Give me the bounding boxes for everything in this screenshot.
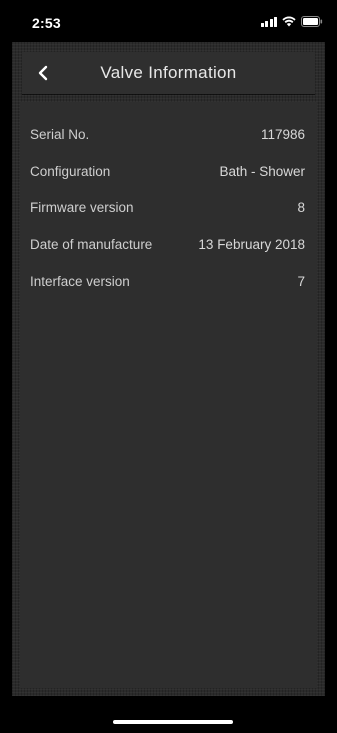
- info-row-serial-number: Serial No. 117986: [20, 116, 317, 153]
- wifi-icon: [282, 16, 296, 27]
- battery-icon: [301, 16, 323, 27]
- info-label: Interface version: [30, 273, 130, 289]
- back-button[interactable]: [28, 58, 58, 88]
- chevron-left-icon: [38, 65, 48, 81]
- info-value: 8: [297, 200, 305, 216]
- app-panel: Valve Information Serial No. 117986 Conf…: [12, 42, 325, 696]
- status-bar: 2:53: [0, 0, 337, 40]
- page-title: Valve Information: [100, 63, 237, 82]
- info-row-interface-version: Interface version 7: [20, 263, 317, 300]
- header-bar: Valve Information: [22, 52, 315, 94]
- info-row-date-of-manufacture: Date of manufacture 13 February 2018: [20, 226, 317, 263]
- phone-screen: 2:53 Valve Information Serial No. 117986…: [0, 0, 337, 733]
- info-value: 13 February 2018: [198, 237, 305, 253]
- status-icons: [260, 16, 324, 27]
- info-value: 117986: [260, 126, 305, 142]
- info-label: Firmware version: [30, 200, 134, 216]
- info-value: Bath - Shower: [219, 163, 305, 179]
- info-label: Configuration: [30, 163, 111, 179]
- info-list: Serial No. 117986 Configuration Bath - S…: [20, 116, 317, 300]
- info-label: Date of manufacture: [30, 237, 153, 253]
- info-row-firmware-version: Firmware version 8: [20, 190, 317, 227]
- cellular-signal-icon: [260, 16, 277, 27]
- home-indicator[interactable]: [113, 720, 233, 724]
- info-card: Serial No. 117986 Configuration Bath - S…: [20, 102, 317, 688]
- info-row-configuration: Configuration Bath - Shower: [20, 153, 317, 190]
- info-label: Serial No.: [30, 126, 90, 142]
- status-time: 2:53: [32, 15, 61, 31]
- info-value: 7: [297, 273, 305, 289]
